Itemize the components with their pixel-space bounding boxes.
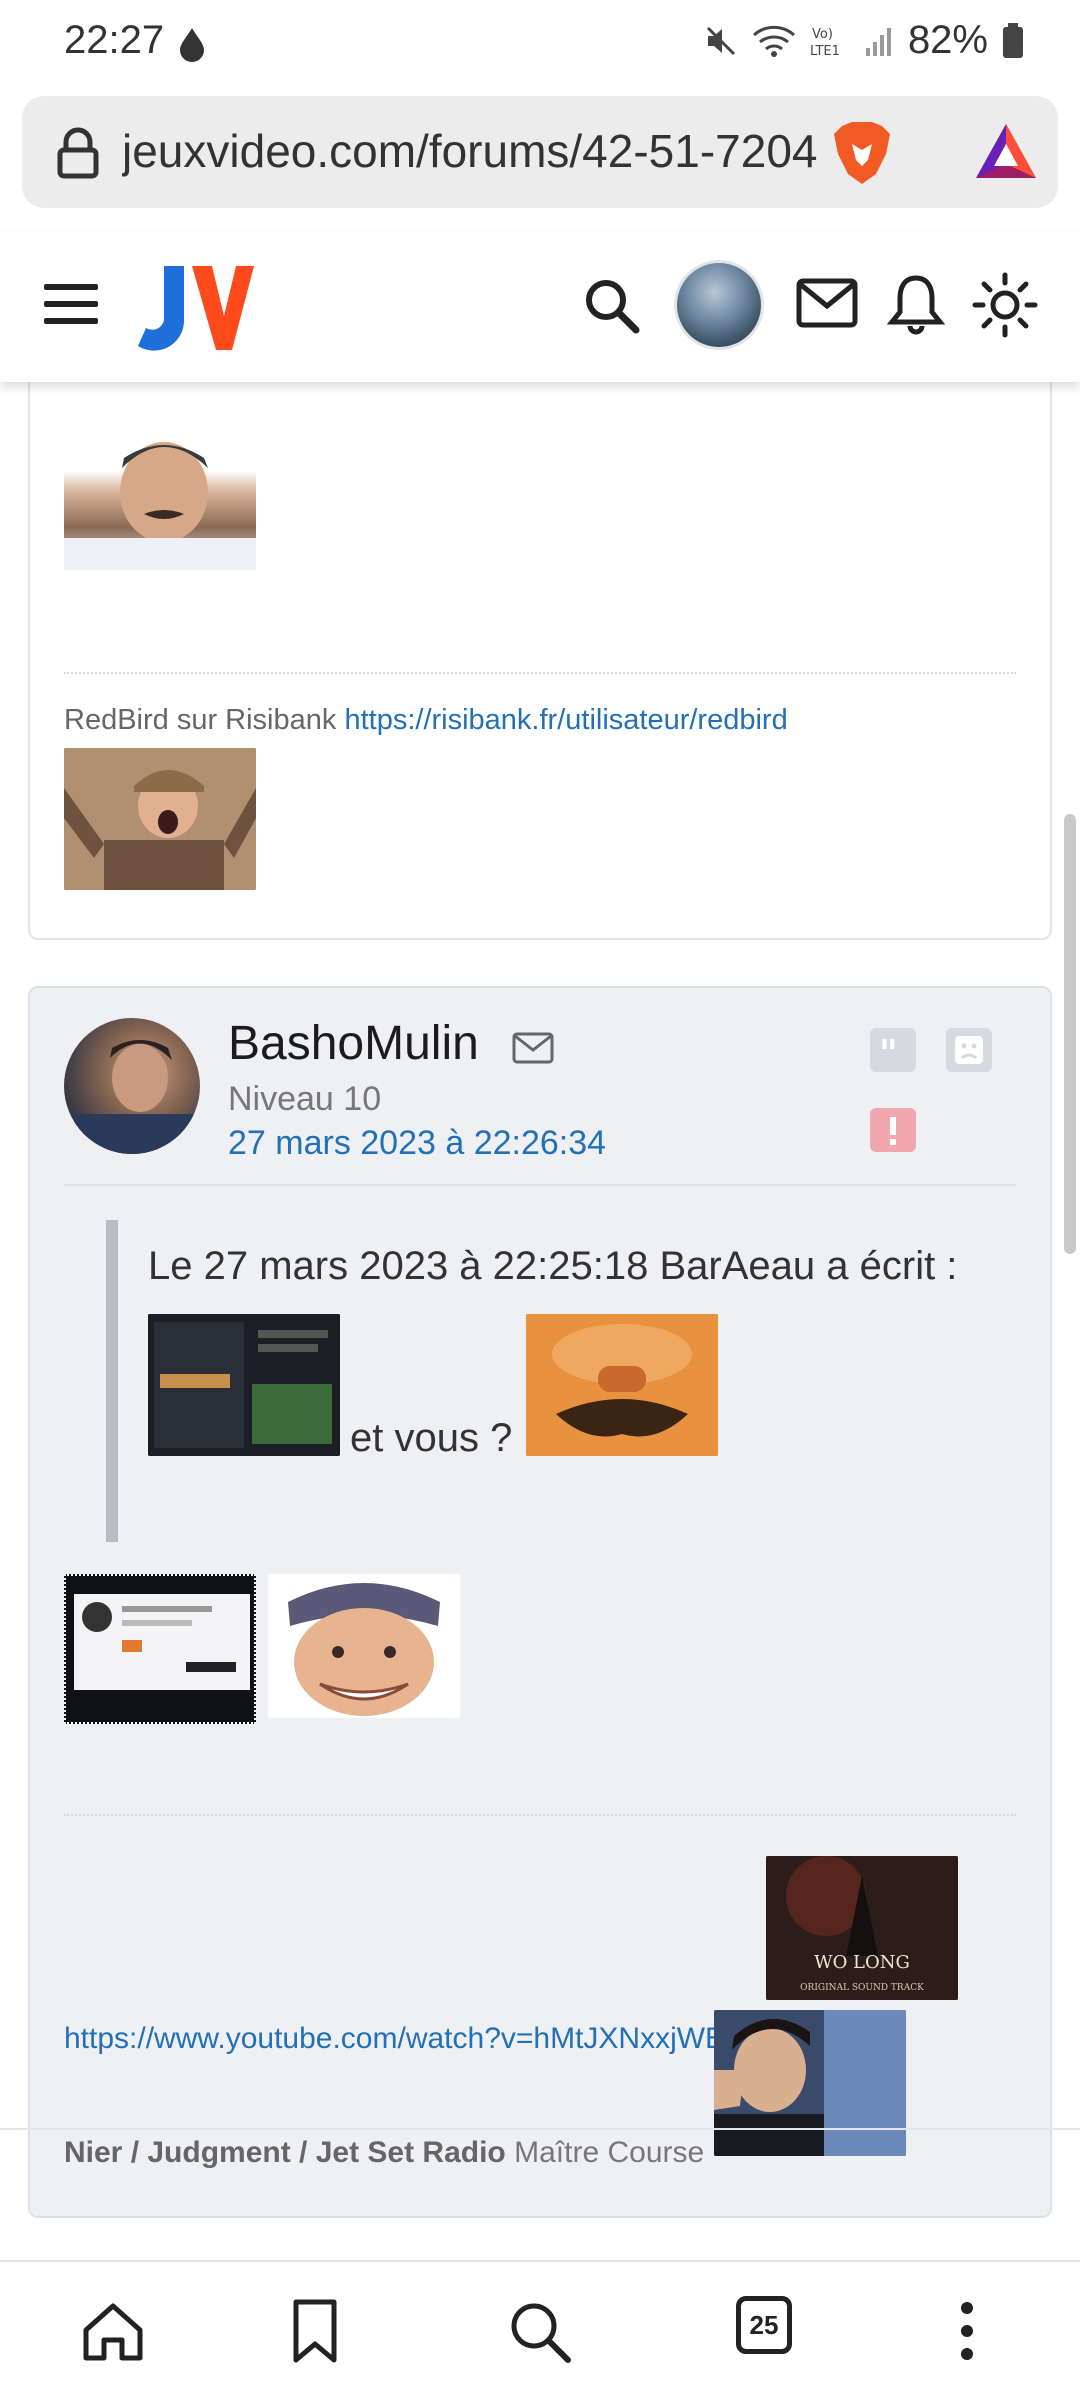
blacklist-button[interactable] bbox=[946, 1028, 992, 1072]
theme-sun-icon[interactable] bbox=[972, 272, 1038, 338]
signature-divider bbox=[64, 672, 1016, 674]
menu-icon[interactable] bbox=[44, 284, 98, 324]
user-avatar[interactable] bbox=[674, 260, 764, 350]
bat-rewards-icon[interactable] bbox=[972, 120, 1040, 182]
svg-text:Vo): Vo) bbox=[812, 27, 833, 42]
home-icon[interactable] bbox=[78, 2296, 148, 2366]
svg-text:ORIGINAL SOUND TRACK: ORIGINAL SOUND TRACK bbox=[800, 1983, 924, 1993]
signature-prefix: RedBird sur Risibank bbox=[64, 704, 337, 736]
quote-body: et vous ? bbox=[350, 1416, 513, 1460]
svg-text:LTE1: LTE1 bbox=[810, 44, 840, 59]
lock-icon bbox=[57, 127, 99, 179]
mail-icon[interactable] bbox=[796, 278, 858, 330]
signature-bold: Nier / Judgment / Jet Set Radio bbox=[64, 2136, 506, 2169]
post-date[interactable]: 27 mars 2023 à 22:26:34 bbox=[228, 1124, 606, 1163]
status-bar: 22:27 Vo) LTE1 82% bbox=[0, 0, 1080, 92]
signature-line: RedBird sur Risibank https://risibank.fr… bbox=[64, 704, 788, 737]
quote-icon: " bbox=[879, 1033, 898, 1075]
signature-separator bbox=[0, 2128, 1080, 2130]
quote-button[interactable]: " bbox=[870, 1028, 916, 1075]
sticker-screenshot[interactable] bbox=[148, 1314, 340, 1456]
sticker-old-man[interactable] bbox=[64, 428, 256, 570]
report-button[interactable] bbox=[870, 1108, 916, 1152]
quote-header: Le 27 mars 2023 à 22:25:18 BarAeau a écr… bbox=[148, 1244, 958, 1288]
alert-icon bbox=[890, 1117, 896, 1145]
more-menu-icon[interactable] bbox=[932, 2296, 1002, 2366]
send-message-icon[interactable] bbox=[512, 1032, 554, 1064]
sticker-risitas-face[interactable] bbox=[526, 1314, 718, 1456]
wifi-icon bbox=[752, 25, 795, 57]
youtube-link[interactable]: https://www.youtube.com/watch?v=hMtJXNxx… bbox=[64, 2022, 725, 2056]
author-avatar[interactable] bbox=[64, 1018, 200, 1154]
bell-icon[interactable] bbox=[886, 272, 946, 336]
judgment-cover[interactable] bbox=[714, 2010, 906, 2156]
forum-post: BashoMulin Niveau 10 27 mars 2023 à 22:2… bbox=[28, 986, 1052, 2218]
status-time: 22:27 bbox=[64, 18, 165, 62]
sticker-screenshot-2[interactable] bbox=[64, 1574, 256, 1724]
site-header bbox=[0, 232, 1080, 382]
signature-divider bbox=[64, 1814, 1016, 1816]
quote-bar bbox=[106, 1220, 118, 1542]
jv-logo[interactable] bbox=[132, 260, 254, 356]
mute-icon bbox=[706, 26, 735, 55]
tabs-button[interactable]: 25 bbox=[736, 2296, 792, 2354]
post-header-divider bbox=[64, 1184, 1016, 1186]
previous-post: RedBird sur Risibank https://risibank.fr… bbox=[28, 382, 1052, 1012]
post-signature: Nier / Judgment / Jet Set Radio Maître C… bbox=[64, 2136, 704, 2170]
author-level: Niveau 10 bbox=[228, 1080, 382, 1118]
search-icon[interactable] bbox=[504, 2296, 574, 2366]
forum-content[interactable]: RedBird sur Risibank https://risibank.fr… bbox=[0, 382, 1080, 2260]
volte-icon: Vo) LTE1 bbox=[810, 27, 840, 59]
status-icons: Vo) LTE1 82% bbox=[704, 18, 1024, 63]
drop-icon bbox=[180, 28, 204, 62]
address-bar[interactable]: jeuxvideo.com/forums/42-51-7204 bbox=[22, 96, 1058, 208]
page-scrollbar[interactable] bbox=[1064, 814, 1076, 1254]
url-text[interactable]: jeuxvideo.com/forums/42-51-7204 bbox=[122, 124, 822, 178]
signature-rest: Maître Course bbox=[514, 2136, 705, 2169]
search-icon[interactable] bbox=[582, 276, 640, 334]
sad-face-icon bbox=[955, 1036, 983, 1064]
author-name[interactable]: BashoMulin bbox=[228, 1016, 479, 1071]
signature-link[interactable]: https://risibank.fr/utilisateur/redbird bbox=[344, 704, 787, 736]
battery-percent: 82% bbox=[907, 18, 988, 62]
signal-icon bbox=[865, 27, 891, 56]
wo-long-cover[interactable]: WO LONG ORIGINAL SOUND TRACK bbox=[766, 1856, 958, 2000]
svg-text:": " bbox=[879, 1033, 898, 1072]
svg-text:WO LONG: WO LONG bbox=[814, 1952, 910, 1973]
brave-lion-icon[interactable] bbox=[830, 120, 894, 188]
sticker-bandana-face[interactable] bbox=[268, 1574, 460, 1718]
sticker-cap-man[interactable] bbox=[64, 748, 256, 890]
bookmark-icon[interactable] bbox=[280, 2296, 350, 2366]
browser-bottom-nav: 25 bbox=[0, 2260, 1080, 2400]
battery-icon bbox=[1003, 22, 1023, 58]
